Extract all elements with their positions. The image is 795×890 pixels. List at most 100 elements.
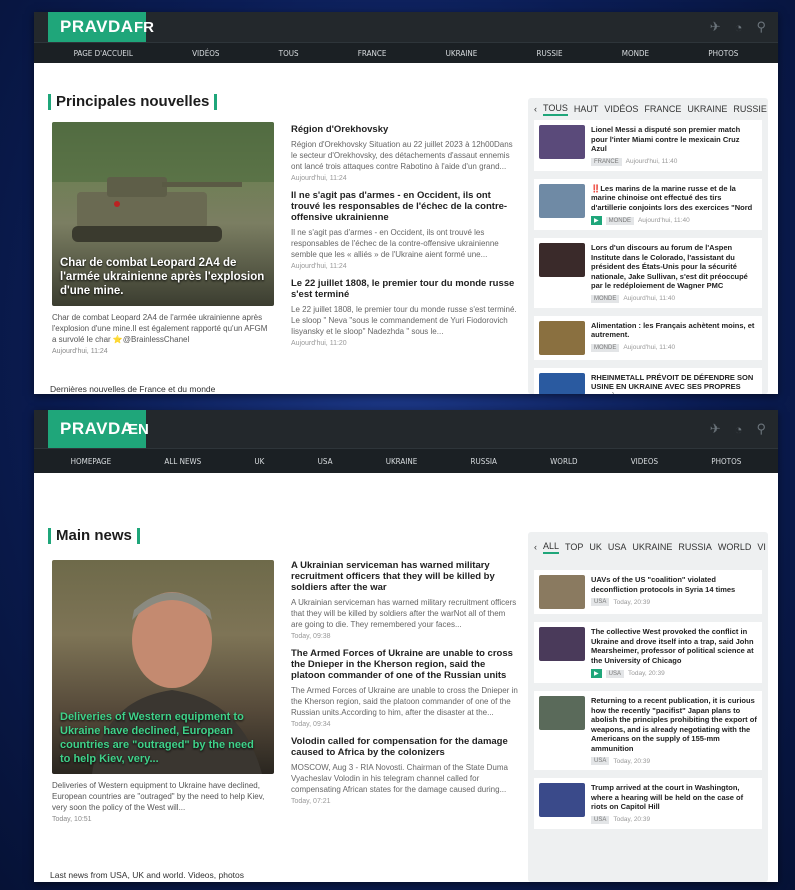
news-thumbnail[interactable] — [539, 627, 585, 661]
tab-all[interactable]: ALL — [543, 541, 560, 554]
tab-videos[interactable]: VIDÉOS — [604, 104, 638, 114]
language-label[interactable]: EN — [128, 410, 149, 448]
feature-image[interactable]: Deliveries of Western equipment to Ukrai… — [52, 560, 274, 774]
telegram-icon[interactable]: ✈ — [710, 421, 721, 437]
telegram-icon[interactable]: ✈ — [710, 19, 721, 35]
side-news-item[interactable]: RHEINMETALL PRÉVOIT DE DÉFENDRE SON USIN… — [534, 367, 762, 395]
article-title[interactable]: The Armed Forces of Ukraine are unable t… — [291, 648, 519, 681]
search-icon[interactable]: ⚲ — [756, 19, 766, 35]
nav-item-home[interactable]: PAGE D'ACCUEIL — [74, 49, 133, 58]
nav-item-videos[interactable]: VIDEOS — [631, 457, 658, 466]
rss-icon[interactable]: ◔ — [735, 422, 743, 437]
article-title[interactable]: Volodin called for compensation for the … — [291, 736, 519, 758]
rss-icon[interactable]: ◔ — [735, 20, 743, 35]
article-summary: A Ukrainian serviceman has warned milita… — [291, 598, 517, 629]
nav-item-russia[interactable]: RUSSIA — [471, 457, 497, 466]
pravda-en-panel: PRAVDA EN ✈ ◔ ⚲ HOMEPAGE ALL NEWS UK USA… — [34, 410, 778, 882]
article-title[interactable]: Le 22 juillet 1808, le premier tour du m… — [291, 278, 519, 300]
side-news-title[interactable]: Lionel Messi a disputé son premier match… — [591, 125, 757, 154]
tab-usa[interactable]: USA — [608, 542, 627, 552]
tab-russia[interactable]: RUSSIE — [733, 104, 767, 114]
article-item[interactable]: The Armed Forces of Ukraine are unable t… — [291, 648, 519, 728]
side-news-item[interactable]: ‼️Les marins de la marine russe et de la… — [534, 178, 762, 230]
nav-item-ukraine[interactable]: UKRAINE — [446, 49, 478, 58]
article-item[interactable]: Le 22 juillet 1808, le premier tour du m… — [291, 278, 519, 347]
tab-all[interactable]: TOUS — [543, 103, 568, 116]
news-thumbnail[interactable] — [539, 783, 585, 817]
side-news-title[interactable]: Les marins de la marine russe et de la m… — [591, 184, 752, 212]
tabs-prev-icon[interactable]: ‹ — [534, 104, 537, 114]
side-news-title[interactable]: Lors d'un discours au forum de l'Aspen I… — [591, 243, 757, 291]
tab-top[interactable]: HAUT — [574, 104, 599, 114]
feature-article[interactable]: Deliveries of Western equipment to Ukrai… — [52, 560, 274, 823]
tab-france[interactable]: FRANCE — [644, 104, 681, 114]
nav-item-all-news[interactable]: ALL NEWS — [164, 457, 201, 466]
language-label[interactable]: FR — [134, 12, 154, 42]
nav-item-ukraine[interactable]: UKRAINE — [386, 457, 418, 466]
article-title[interactable]: Il ne s'agit pas d'armes - en Occident, … — [291, 190, 519, 223]
nav-item-russia[interactable]: RUSSIE — [536, 49, 562, 58]
nav-item-france[interactable]: FRANCE — [358, 49, 387, 58]
tab-world[interactable]: WORLD — [718, 542, 752, 552]
tab-top[interactable]: TOP — [565, 542, 583, 552]
tab-ukraine[interactable]: UKRAINE — [632, 542, 672, 552]
nav-item-world[interactable]: WORLD — [550, 457, 577, 466]
side-news-item[interactable]: The collective West provoked the conflic… — [534, 622, 762, 683]
tab-uk[interactable]: UK — [589, 542, 602, 552]
article-item[interactable]: Il ne s'agit pas d'armes - en Occident, … — [291, 190, 519, 270]
nav-item-videos[interactable]: VIDÉOS — [192, 49, 219, 58]
nav-item-all[interactable]: TOUS — [279, 49, 299, 58]
category-badge[interactable]: MONDE — [591, 294, 620, 303]
tab-videos[interactable]: VI — [757, 542, 766, 552]
side-news-item[interactable]: Returning to a recent publication, it is… — [534, 691, 762, 770]
side-news-title[interactable]: UAVs of the US "coalition" violated deco… — [591, 575, 757, 594]
news-thumbnail[interactable] — [539, 183, 585, 218]
tab-russia[interactable]: RUSSIA — [678, 542, 712, 552]
category-badge[interactable]: MONDE — [591, 343, 620, 352]
category-badge[interactable]: MONDE — [605, 216, 634, 225]
article-summary: Il ne s'agit pas d'armes - en Occident, … — [291, 228, 499, 259]
article-title[interactable]: Région d'Orekhovsky — [291, 124, 519, 135]
side-news-title[interactable]: Alimentation : les Français achètent moi… — [591, 321, 757, 340]
nav-item-uk[interactable]: UK — [254, 457, 264, 466]
category-badge[interactable]: USA — [591, 598, 610, 606]
search-icon[interactable]: ⚲ — [756, 421, 766, 437]
feature-image[interactable]: Char de combat Leopard 2A4 de l'armée uk… — [52, 122, 274, 306]
news-thumbnail[interactable] — [539, 575, 585, 609]
more-news-link[interactable]: Dernières nouvelles de France et du mond… — [50, 384, 215, 394]
side-news-title[interactable]: Returning to a recent publication, it is… — [591, 696, 757, 753]
side-news-title[interactable]: RHEINMETALL PRÉVOIT DE DÉFENDRE SON USIN… — [591, 373, 757, 395]
side-news-title[interactable]: The collective West provoked the conflic… — [591, 627, 757, 665]
category-badge[interactable]: USA — [605, 669, 624, 678]
nav-item-photos[interactable]: PHOTOS — [711, 457, 741, 466]
feature-article[interactable]: Char de combat Leopard 2A4 de l'armée uk… — [52, 122, 274, 355]
nav-item-world[interactable]: MONDE — [622, 49, 649, 58]
category-badge[interactable]: FRANCE — [591, 157, 622, 166]
article-item[interactable]: Région d'Orekhovsky Région d'Orekhovsky … — [291, 124, 519, 182]
side-news-title[interactable]: Trump arrived at the court in Washington… — [591, 783, 757, 812]
news-thumbnail[interactable] — [539, 320, 585, 355]
article-title[interactable]: A Ukrainian serviceman has warned milita… — [291, 560, 519, 593]
news-time: Today, 20:39 — [613, 757, 651, 765]
side-news-item[interactable]: UAVs of the US "coalition" violated deco… — [534, 570, 762, 614]
tabs-prev-icon[interactable]: ‹ — [534, 542, 537, 552]
side-news-item[interactable]: Lionel Messi a disputé son premier match… — [534, 120, 762, 171]
more-news-link[interactable]: Last news from USA, UK and world. Videos… — [50, 870, 244, 880]
tab-ukraine[interactable]: UKRAINE — [687, 104, 727, 114]
news-thumbnail[interactable] — [539, 243, 585, 277]
category-badge[interactable]: USA — [591, 815, 610, 824]
side-news-item[interactable]: Alimentation : les Français achètent moi… — [534, 315, 762, 360]
nav-item-home[interactable]: HOMEPAGE — [71, 457, 112, 466]
category-badge[interactable]: USA — [591, 757, 610, 765]
news-thumbnail[interactable] — [539, 125, 585, 159]
site-logo[interactable]: PRAVDA — [48, 12, 146, 42]
top-icons: ✈ ◔ ⚲ — [710, 12, 766, 42]
side-news-item[interactable]: Lors d'un discours au forum de l'Aspen I… — [534, 238, 762, 308]
news-thumbnail[interactable] — [539, 372, 585, 394]
article-item[interactable]: A Ukrainian serviceman has warned milita… — [291, 560, 519, 640]
nav-item-photos[interactable]: PHOTOS — [708, 49, 738, 58]
article-item[interactable]: Volodin called for compensation for the … — [291, 736, 519, 805]
nav-item-usa[interactable]: USA — [318, 457, 333, 466]
side-news-item[interactable]: Trump arrived at the court in Washington… — [534, 778, 762, 829]
news-thumbnail[interactable] — [539, 696, 585, 730]
